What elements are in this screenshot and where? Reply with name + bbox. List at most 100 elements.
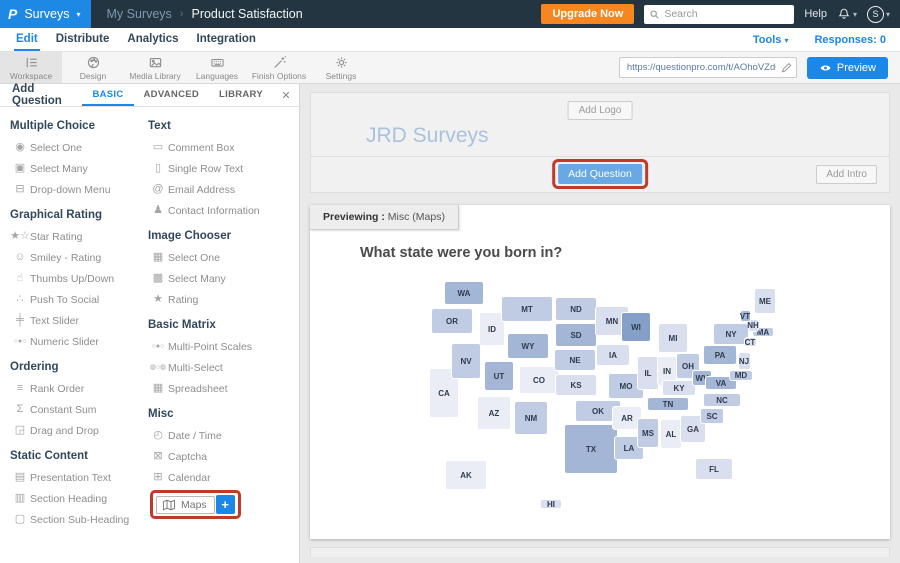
question-type-single-row-text[interactable]: ▯Single Row Text [148, 158, 299, 179]
map-state-ky[interactable]: KY [662, 380, 696, 396]
question-type-rating[interactable]: ★Rating [148, 289, 299, 310]
map-state-hi[interactable]: HI [540, 499, 562, 509]
tool-media-library[interactable]: Media Library [124, 52, 186, 83]
question-type-captcha[interactable]: ⊠Captcha [148, 446, 299, 467]
question-type-select-many[interactable]: ▣Select Many [10, 158, 148, 179]
map-state-mi[interactable]: MI [658, 323, 688, 353]
map-state-sc[interactable]: SC [700, 408, 724, 424]
question-type-comment-box[interactable]: ▭Comment Box [148, 137, 299, 158]
survey-url-input[interactable] [619, 57, 797, 78]
map-state-nc[interactable]: NC [703, 393, 741, 407]
tool-settings[interactable]: Settings [310, 52, 372, 83]
map-state-ks[interactable]: KS [555, 374, 597, 396]
tool-workspace[interactable]: Workspace [0, 52, 62, 83]
tab-analytics[interactable]: Analytics [125, 28, 180, 51]
question-type-star-rating[interactable]: ★☆Star Rating [10, 226, 148, 247]
question-type-push-to-social[interactable]: ∴Push To Social [10, 289, 148, 310]
question-type-section-sub-heading[interactable]: ▢Section Sub-Heading [10, 509, 148, 530]
responses-count[interactable]: Responses: 0 [814, 34, 886, 46]
map-state-nv[interactable]: NV [451, 343, 481, 379]
tool-design[interactable]: Design [62, 52, 124, 83]
map-state-az[interactable]: AZ [477, 396, 511, 430]
map-state-nj[interactable]: NJ [738, 352, 751, 370]
close-icon[interactable]: ✕ [273, 84, 299, 106]
question-type-rank-order[interactable]: ≡Rank Order [10, 378, 148, 399]
question-type-numeric-slider[interactable]: ○●○Numeric Slider [10, 331, 148, 352]
tool-languages[interactable]: Languages [186, 52, 248, 83]
add-question-button[interactable]: Add Question [558, 164, 642, 184]
survey-url-field[interactable] [619, 57, 797, 78]
question-type-constant-sum[interactable]: ΣConstant Sum [10, 399, 148, 420]
question-type-select-one[interactable]: ◉Select One [10, 137, 148, 158]
question-type-email-address[interactable]: @Email Address [148, 179, 299, 200]
map-state-ak[interactable]: AK [445, 460, 487, 490]
panel-tab-advanced[interactable]: ADVANCED [134, 84, 210, 106]
edit-pencil-icon[interactable] [780, 61, 793, 74]
map-state-pa[interactable]: PA [703, 345, 737, 365]
map-state-ia[interactable]: IA [596, 344, 630, 366]
question-type-date-time[interactable]: ◴Date / Time [148, 425, 299, 446]
map-state-tx[interactable]: TX [564, 424, 618, 474]
question-type-drag-and-drop[interactable]: ◲Drag and Drop [10, 420, 148, 441]
tool-finish-options[interactable]: Finish Options [248, 52, 310, 83]
map-state-il[interactable]: IL [637, 356, 659, 390]
map-state-or[interactable]: OR [431, 308, 473, 334]
add-intro-button[interactable]: Add Intro [816, 165, 877, 184]
tab-edit[interactable]: Edit [14, 28, 40, 51]
maps-highlight: Maps+ [150, 490, 241, 519]
maps-chip[interactable]: Maps [156, 496, 215, 514]
map-state-fl[interactable]: FL [695, 458, 733, 480]
map-state-ms[interactable]: MS [637, 418, 659, 448]
search-input[interactable] [664, 8, 779, 20]
map-state-ne[interactable]: NE [554, 349, 596, 371]
question-type-maps[interactable]: Maps+ [148, 488, 299, 519]
tab-integration[interactable]: Integration [195, 28, 258, 51]
comment-box-icon: ▭ [148, 142, 168, 153]
map-state-vt[interactable]: VT [740, 310, 751, 322]
map-state-wy[interactable]: WY [507, 333, 549, 359]
question-type-select-many[interactable]: ▩Select Many [148, 268, 299, 289]
surveys-menu-button[interactable]: P Surveys ▾ [0, 0, 91, 28]
question-type-contact-information[interactable]: ♟Contact Information [148, 200, 299, 221]
map-state-sd[interactable]: SD [555, 323, 597, 347]
map-state-tn[interactable]: TN [647, 397, 689, 411]
breadcrumb-my-surveys[interactable]: My Surveys [107, 7, 172, 21]
add-maps-question-button[interactable]: + [216, 495, 235, 514]
preview-button[interactable]: Preview [807, 57, 888, 79]
tab-distribute[interactable]: Distribute [54, 28, 112, 51]
map-state-co[interactable]: CO [519, 366, 559, 394]
add-logo-button[interactable]: Add Logo [568, 101, 633, 120]
section-title-graphical-rating: Graphical Rating [10, 209, 148, 221]
account-menu[interactable]: S ▾ [867, 6, 890, 23]
question-type-drop-down-menu[interactable]: ⊟Drop-down Menu [10, 179, 148, 200]
question-type-select-one[interactable]: ▦Select One [148, 247, 299, 268]
question-type-calendar[interactable]: ⊞Calendar [148, 467, 299, 488]
search-box[interactable] [644, 5, 794, 24]
map-state-ut[interactable]: UT [484, 361, 514, 391]
question-type-section-heading[interactable]: ▥Section Heading [10, 488, 148, 509]
survey-title[interactable]: JRD Surveys [366, 124, 489, 148]
map-state-ct[interactable]: CT [744, 337, 757, 347]
section-heading-icon: ▥ [10, 493, 30, 504]
map-state-mt[interactable]: MT [501, 296, 553, 322]
question-type-multi-point-scales[interactable]: ○●○Multi-Point Scales [148, 336, 299, 357]
panel-tab-basic[interactable]: BASIC [82, 84, 133, 106]
question-type-presentation-text[interactable]: ▤Presentation Text [10, 467, 148, 488]
map-state-me[interactable]: ME [754, 288, 776, 314]
notifications-menu[interactable]: ▾ [837, 7, 857, 21]
map-state-wi[interactable]: WI [621, 312, 651, 342]
map-state-al[interactable]: AL [660, 419, 682, 449]
question-type-thumbs-up-down[interactable]: ☝Thumbs Up/Down [10, 268, 148, 289]
help-link[interactable]: Help [804, 8, 827, 20]
tools-dropdown[interactable]: Tools ▾ [753, 34, 789, 46]
upgrade-now-button[interactable]: Upgrade Now [541, 4, 634, 24]
map-state-wa[interactable]: WA [444, 281, 484, 305]
question-type-text-slider[interactable]: ╪Text Slider [10, 310, 148, 331]
question-type-spreadsheet[interactable]: ▦Spreadsheet [148, 378, 299, 399]
question-type-multi-select[interactable]: ◍○◍Multi-Select [148, 357, 299, 378]
map-state-md[interactable]: MD [729, 370, 753, 381]
question-type-smiley-rating[interactable]: ☺Smiley - Rating [10, 247, 148, 268]
panel-tab-library[interactable]: LIBRARY [209, 84, 273, 106]
map-state-nm[interactable]: NM [514, 401, 548, 435]
map-state-nd[interactable]: ND [555, 297, 597, 321]
